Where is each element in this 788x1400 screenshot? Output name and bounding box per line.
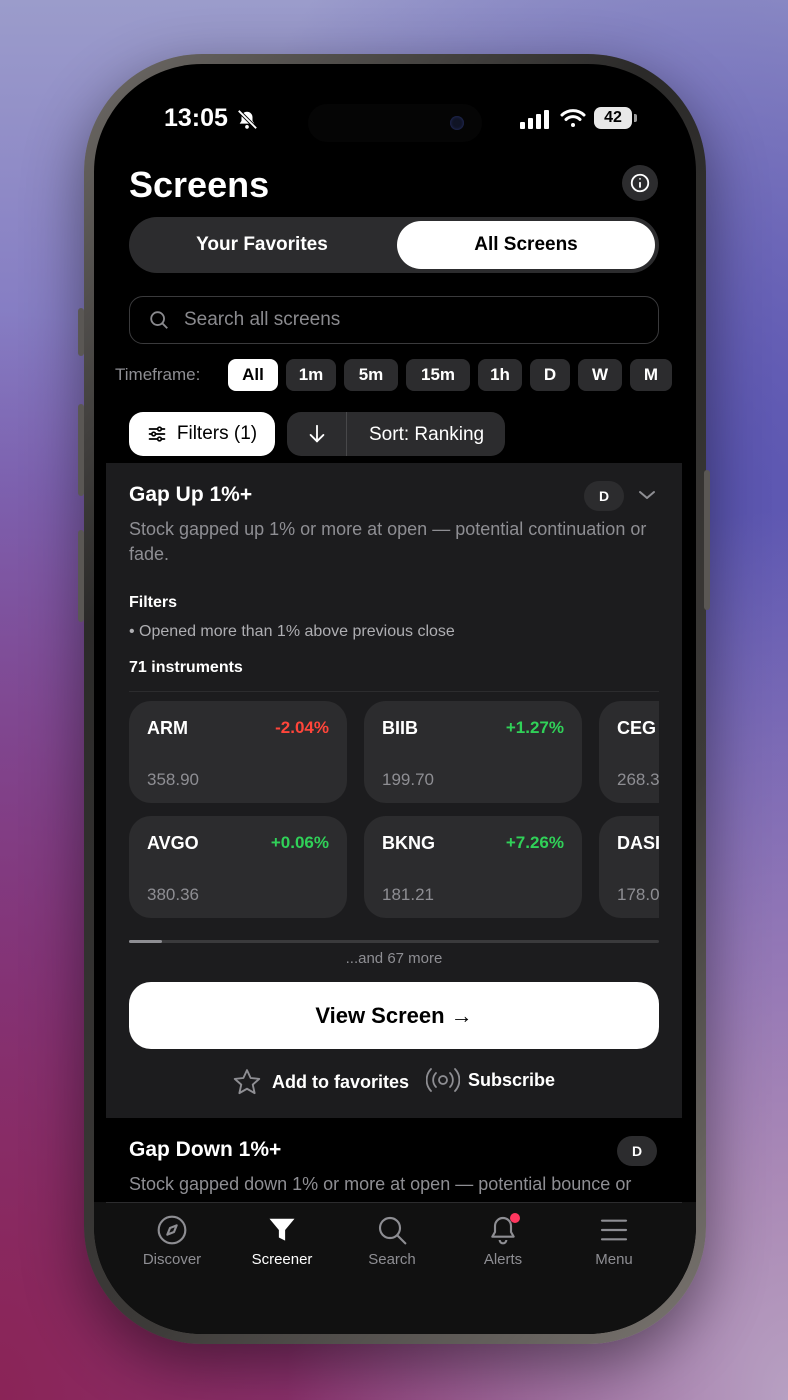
- timeframe-chip-1h[interactable]: 1h: [478, 359, 522, 391]
- sort-button[interactable]: Sort: Ranking: [287, 412, 505, 456]
- sliders-icon: [148, 426, 166, 442]
- volume-up-button: [78, 404, 84, 496]
- scrollbar-thumb[interactable]: [129, 940, 162, 943]
- tab-your-favorites[interactable]: Your Favorites: [133, 221, 391, 269]
- instrument-tile-avgo[interactable]: AVGO +0.06% 380.36: [129, 816, 347, 918]
- screen-card-gap-up: Gap Up 1%+ D Stock gapped up 1% or more …: [106, 463, 682, 1118]
- filters-heading: Filters: [129, 594, 178, 611]
- instrument-symbol: ARM: [147, 718, 188, 738]
- tab-menu[interactable]: Menu: [559, 1212, 669, 1268]
- info-icon: [630, 173, 650, 193]
- menu-icon: [600, 1219, 628, 1241]
- view-screen-button[interactable]: View Screen →: [129, 982, 659, 1049]
- instrument-tile-arm[interactable]: ARM -2.04% 358.90: [129, 701, 347, 803]
- sort-label: Sort: Ranking: [369, 424, 485, 445]
- silent-bell-icon: [237, 109, 258, 130]
- sort-direction-toggle[interactable]: [287, 412, 347, 456]
- instrument-price: 199.70: [382, 770, 434, 789]
- tab-alerts[interactable]: Alerts: [448, 1212, 558, 1268]
- cell-signal-icon: [520, 110, 549, 129]
- page-title: Screens: [129, 164, 270, 205]
- instrument-symbol: BKNG: [382, 833, 435, 853]
- timeframe-chip-all[interactable]: All: [228, 359, 278, 391]
- instrument-symbol: AVGO: [147, 833, 199, 853]
- timeframe-chip-15m[interactable]: 15m: [406, 359, 470, 391]
- tab-label: Menu: [595, 1251, 633, 1268]
- info-button[interactable]: [622, 165, 658, 201]
- instrument-tile-dasi[interactable]: DASI 178.0: [599, 816, 659, 918]
- instrument-tile-biib[interactable]: BIIB +1.27% 199.70: [364, 701, 582, 803]
- instrument-price: 380.36: [147, 885, 199, 904]
- instrument-tile-bkng[interactable]: BKNG +7.26% 181.21: [364, 816, 582, 918]
- timeframe-chip-m[interactable]: M: [630, 359, 672, 391]
- tab-bar-divider: [106, 1202, 682, 1203]
- volume-down-button: [78, 530, 84, 622]
- search-input[interactable]: Search all screens: [129, 296, 659, 344]
- instrument-change: +7.26%: [505, 833, 564, 852]
- tab-label: Screener: [251, 1251, 313, 1268]
- tab-label: Search: [368, 1251, 416, 1268]
- compass-icon: [157, 1215, 187, 1245]
- instrument-change: +0.06%: [270, 833, 329, 852]
- instrument-price: 268.3: [617, 770, 659, 789]
- instrument-count: 71 instruments: [129, 659, 243, 676]
- timeframe-chip-d[interactable]: D: [530, 359, 570, 391]
- more-instruments-text: ...and 67 more: [345, 950, 443, 967]
- screens-segmented-control: Your Favorites All Screens: [129, 217, 659, 273]
- bottom-tab-bar: Discover Screener Search Alerts Menu: [94, 1202, 696, 1334]
- divider: [129, 691, 659, 692]
- timeframe-chip-5m[interactable]: 5m: [344, 359, 398, 391]
- subscribe-button[interactable]: Subscribe: [426, 1067, 555, 1093]
- instrument-symbol: DASI: [617, 833, 659, 853]
- instrument-price: 178.0: [617, 885, 659, 904]
- front-camera: [450, 116, 464, 130]
- broadcast-icon: [426, 1068, 460, 1092]
- tab-all-screens[interactable]: All Screens: [397, 221, 655, 269]
- alerts-notification-dot: [510, 1213, 520, 1223]
- screen-card-description: Stock gapped up 1% or more at open — pot…: [129, 519, 647, 564]
- screen-card-title: Gap Up 1%+: [129, 483, 253, 506]
- subscribe-label: Subscribe: [468, 1069, 556, 1090]
- star-icon: [233, 1069, 261, 1095]
- instrument-price: 181.21: [382, 885, 434, 904]
- phone-screen: 13:05 42 Screens Your Favorites All Scre…: [94, 64, 696, 1334]
- search-icon: [378, 1216, 407, 1245]
- filters-button[interactable]: Filters (1): [129, 412, 275, 456]
- instrument-grid[interactable]: ARM -2.04% 358.90 BIIB +1.27% 199.70 CEG…: [129, 701, 659, 921]
- instrument-symbol: BIIB: [382, 718, 418, 738]
- instrument-symbol: CEG: [617, 718, 657, 738]
- arrow-down-icon: [309, 424, 324, 443]
- search-icon: [150, 311, 168, 329]
- funnel-icon: [269, 1218, 295, 1241]
- horizontal-scrollbar[interactable]: [129, 940, 659, 943]
- filters-label: Filters (1): [176, 423, 258, 444]
- action-button: [78, 308, 84, 356]
- battery-indicator: 42: [594, 107, 637, 129]
- power-button: [704, 470, 710, 610]
- instrument-price: 358.90: [147, 770, 199, 789]
- instrument-change: -2.04%: [275, 718, 329, 737]
- timeframe-chip-w[interactable]: W: [578, 359, 622, 391]
- screen-card-title-gap-down[interactable]: Gap Down 1%+: [129, 1138, 281, 1162]
- timeframe-chip-1m[interactable]: 1m: [286, 359, 336, 391]
- tab-label: Discover: [142, 1251, 202, 1268]
- tab-screener[interactable]: Screener: [227, 1212, 337, 1268]
- chevron-down-icon[interactable]: [638, 489, 656, 501]
- add-to-favorites-label: Add to favorites: [272, 1071, 410, 1092]
- search-placeholder: Search all screens: [184, 309, 341, 330]
- timeframe-label: Timeframe:: [115, 365, 201, 384]
- wifi-icon: [560, 109, 586, 127]
- screen-card-description-gap-down: Stock gapped down 1% or more at open — p…: [129, 1174, 632, 1194]
- instrument-change: +1.27%: [505, 718, 564, 737]
- tab-discover[interactable]: Discover: [117, 1212, 227, 1268]
- instrument-tile-ceg[interactable]: CEG 268.3: [599, 701, 659, 803]
- timeframe-badge-gap-down: D: [617, 1136, 657, 1166]
- filter-item: • Opened more than 1% above previous clo…: [129, 623, 455, 640]
- tab-search[interactable]: Search: [337, 1212, 447, 1268]
- timeframe-badge: D: [584, 481, 624, 511]
- tab-label: Alerts: [483, 1251, 523, 1268]
- add-to-favorites-button[interactable]: Add to favorites: [232, 1067, 409, 1097]
- status-time: 13:05: [164, 104, 228, 132]
